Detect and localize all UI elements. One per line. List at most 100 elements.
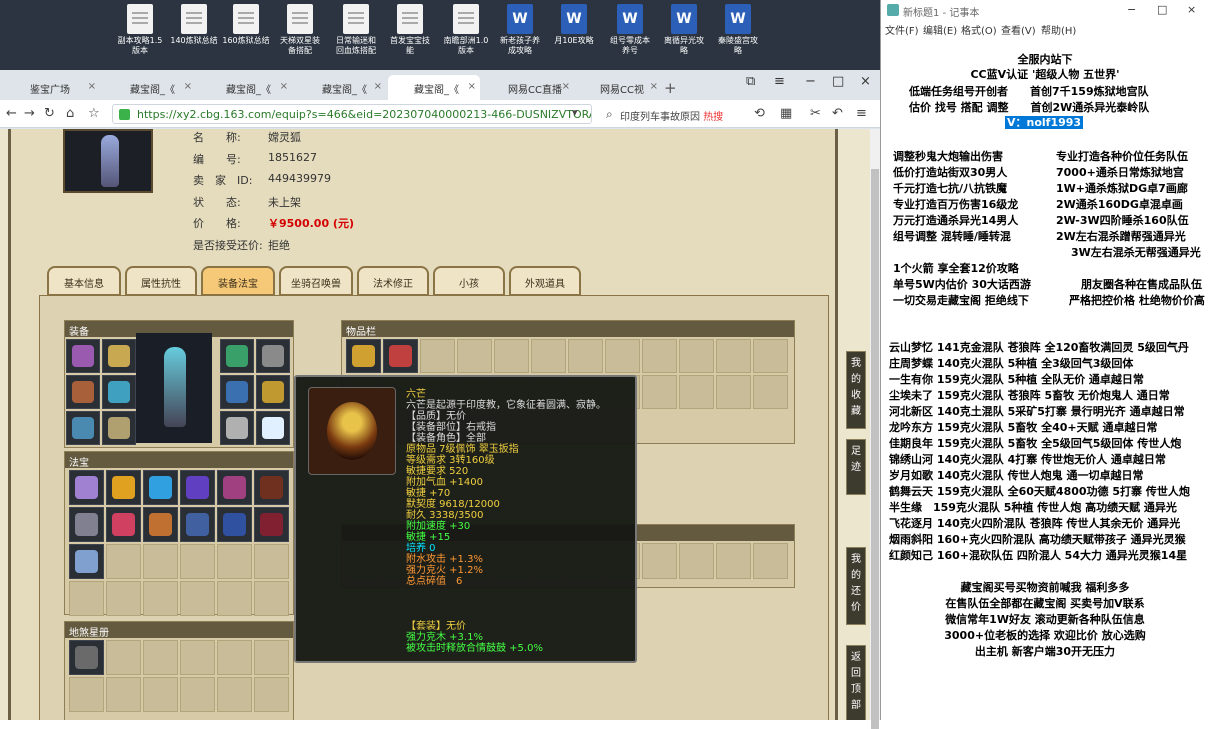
refresh-icon[interactable]: ↻ [44,106,55,121]
fabao-slot[interactable] [254,470,289,505]
notepad-promo-left: 1个火箭 享全套12价攻略 [893,262,1019,275]
desktop-file-icon[interactable]: 天梯双星装 备搭配 [274,4,326,68]
fabao-slot[interactable] [180,470,215,505]
desktop-file-icon[interactable]: 日常输迷和 回血炼搭配 [330,4,382,68]
desktop-file-icon[interactable]: 南瞻部洲1.0 版本 [440,4,492,68]
scissors-icon[interactable]: ✂ [810,106,821,121]
menu-file[interactable]: 文件(F) [885,22,919,37]
fabao-slot[interactable] [143,470,178,505]
close-icon[interactable]: × [88,81,96,92]
equip-slot[interactable] [220,375,254,409]
tab-child[interactable]: 小孩 [433,266,505,296]
fabao-slot[interactable] [217,470,252,505]
menu-view[interactable]: 查看(V) [1001,22,1036,37]
maximize-button[interactable]: □ [832,74,844,89]
tab-jianbao[interactable]: 鉴宝广场 × [4,75,100,100]
fabao-slot[interactable] [180,507,215,542]
fabao-slot[interactable] [69,507,104,542]
tab-cbg-1[interactable]: 藏宝阁_《 × [104,75,196,100]
scrollbar-thumb[interactable] [871,169,879,729]
desktop-file-icon[interactable]: 160炼狱总结 [220,4,272,68]
undo-icon[interactable]: ↶ [832,106,843,121]
tab-basic-info[interactable]: 基本信息 [47,266,121,296]
minimize-button[interactable]: − [1127,3,1136,16]
close-icon[interactable]: × [562,81,570,92]
notepad-text-area[interactable]: 全服内站下 CC蓝V认证 '超级人物 五世界' 低端任务组号开创者 首创7千159炼… [881,38,1208,720]
equip-slot[interactable] [102,339,136,373]
my-favorites-button[interactable]: 我的收藏 [846,351,866,429]
home-icon[interactable]: ⌂ [66,106,74,121]
close-icon[interactable]: × [650,81,658,92]
equip-slot[interactable] [220,411,254,445]
more-menu-icon[interactable]: ≡ [856,106,867,121]
close-icon[interactable]: × [468,81,476,92]
notepad-heading: CC蓝V认证 '超级人物 五世界' [970,68,1120,81]
close-window-button[interactable]: × [1187,3,1196,16]
page-scrollbar[interactable] [870,129,880,729]
equip-slot[interactable] [66,339,100,373]
menu-format[interactable]: 格式(O) [961,22,997,37]
equip-slot[interactable] [66,375,100,409]
tab-cc-video[interactable]: 网易CC视 × [574,75,662,100]
tab-attributes[interactable]: 属性抗性 [125,266,197,296]
search-box[interactable]: ⌕ 印度列车事故原因 热搜 [602,104,748,124]
close-window-button[interactable]: × [860,74,871,89]
fabao-slot[interactable] [69,470,104,505]
equip-slot[interactable] [256,339,290,373]
desktop-file-icon[interactable]: W 新老孩子养 成攻略 [494,4,546,68]
fabao-slot[interactable] [106,470,141,505]
close-icon[interactable]: × [280,81,288,92]
tab-cbg-active[interactable]: 藏宝阁_《 × [388,75,480,100]
url-input[interactable]: https://xy2.cbg.163.com/equip?s=466&eid=… [112,104,592,124]
desktop-file-icon[interactable]: 副本攻略1.5 版本 [114,4,166,68]
tab-equip-fabao[interactable]: 装备法宝 [201,266,275,296]
footprints-button[interactable]: 足迹 [846,439,866,495]
fabao-slot[interactable] [254,507,289,542]
tab-cbg-3[interactable]: 藏宝阁_《 × [296,75,386,100]
fabao-slot[interactable] [106,507,141,542]
back-icon[interactable]: ← [6,106,17,121]
empty-slot [217,677,252,712]
fabao-slot[interactable] [143,507,178,542]
tab-label: 藏宝阁_《 [414,85,459,96]
bookmark-star-icon[interactable]: ☆ [88,106,100,121]
desktop-file-icon[interactable]: 140炼狱总结 [168,4,220,68]
fabao-slot[interactable] [217,507,252,542]
forward-icon[interactable]: → [24,106,35,121]
desktop-file-icon[interactable]: W 离循异光攻略 [658,4,710,68]
equip-slot[interactable] [102,375,136,409]
equip-slot[interactable] [220,339,254,373]
my-bargain-button[interactable]: 我的还价 [846,547,866,625]
dishaxing-slot[interactable] [69,640,104,675]
extension-icon[interactable]: ⟲ [754,106,765,121]
minimize-button[interactable]: − [805,74,816,89]
menu-help[interactable]: 帮助(H) [1041,22,1076,37]
equip-slot[interactable] [102,411,136,445]
equip-slot[interactable] [256,411,290,445]
maximize-button[interactable]: □ [1157,3,1167,16]
new-tab-button[interactable]: + [664,79,677,97]
menu-icon[interactable]: ≡ [774,74,785,89]
back-to-top-button[interactable]: 返回顶部 [846,645,866,720]
ring-slot[interactable] [256,375,290,409]
close-icon[interactable]: × [374,81,382,92]
tab-mounts-pets[interactable]: 坐骑召唤兽 [279,266,353,296]
equip-slot[interactable] [66,411,100,445]
menu-edit[interactable]: 编辑(E) [923,22,957,37]
desktop-file-icon[interactable]: W 组号零成本 养号 [604,4,656,68]
tab-appearance[interactable]: 外观道具 [509,266,581,296]
tab-cc-live[interactable]: 网易CC直播 × [482,75,574,100]
notepad-footer-line: 微信常年1W好友 滚动更新各种队伍信息 [945,613,1145,626]
grid-icon[interactable]: ▦ [780,106,792,121]
desktop-file-icon[interactable]: W 秦陵盛宫攻略 [712,4,764,68]
item-slot[interactable] [383,339,418,373]
screenshot-icon[interactable]: ⧉ [746,74,755,89]
desktop-file-icon[interactable]: 首发宝宝技能 [384,4,436,68]
tab-cbg-2[interactable]: 藏宝阁_《 × [200,75,292,100]
close-icon[interactable]: × [184,81,192,92]
desktop-file-icon[interactable]: W 月10E攻略 [548,4,600,68]
fabao-slot[interactable] [69,544,104,579]
tab-spell-mod[interactable]: 法术修正 [357,266,429,296]
dropdown-chevron-icon[interactable]: ▾ [572,106,578,119]
item-slot[interactable] [346,339,381,373]
